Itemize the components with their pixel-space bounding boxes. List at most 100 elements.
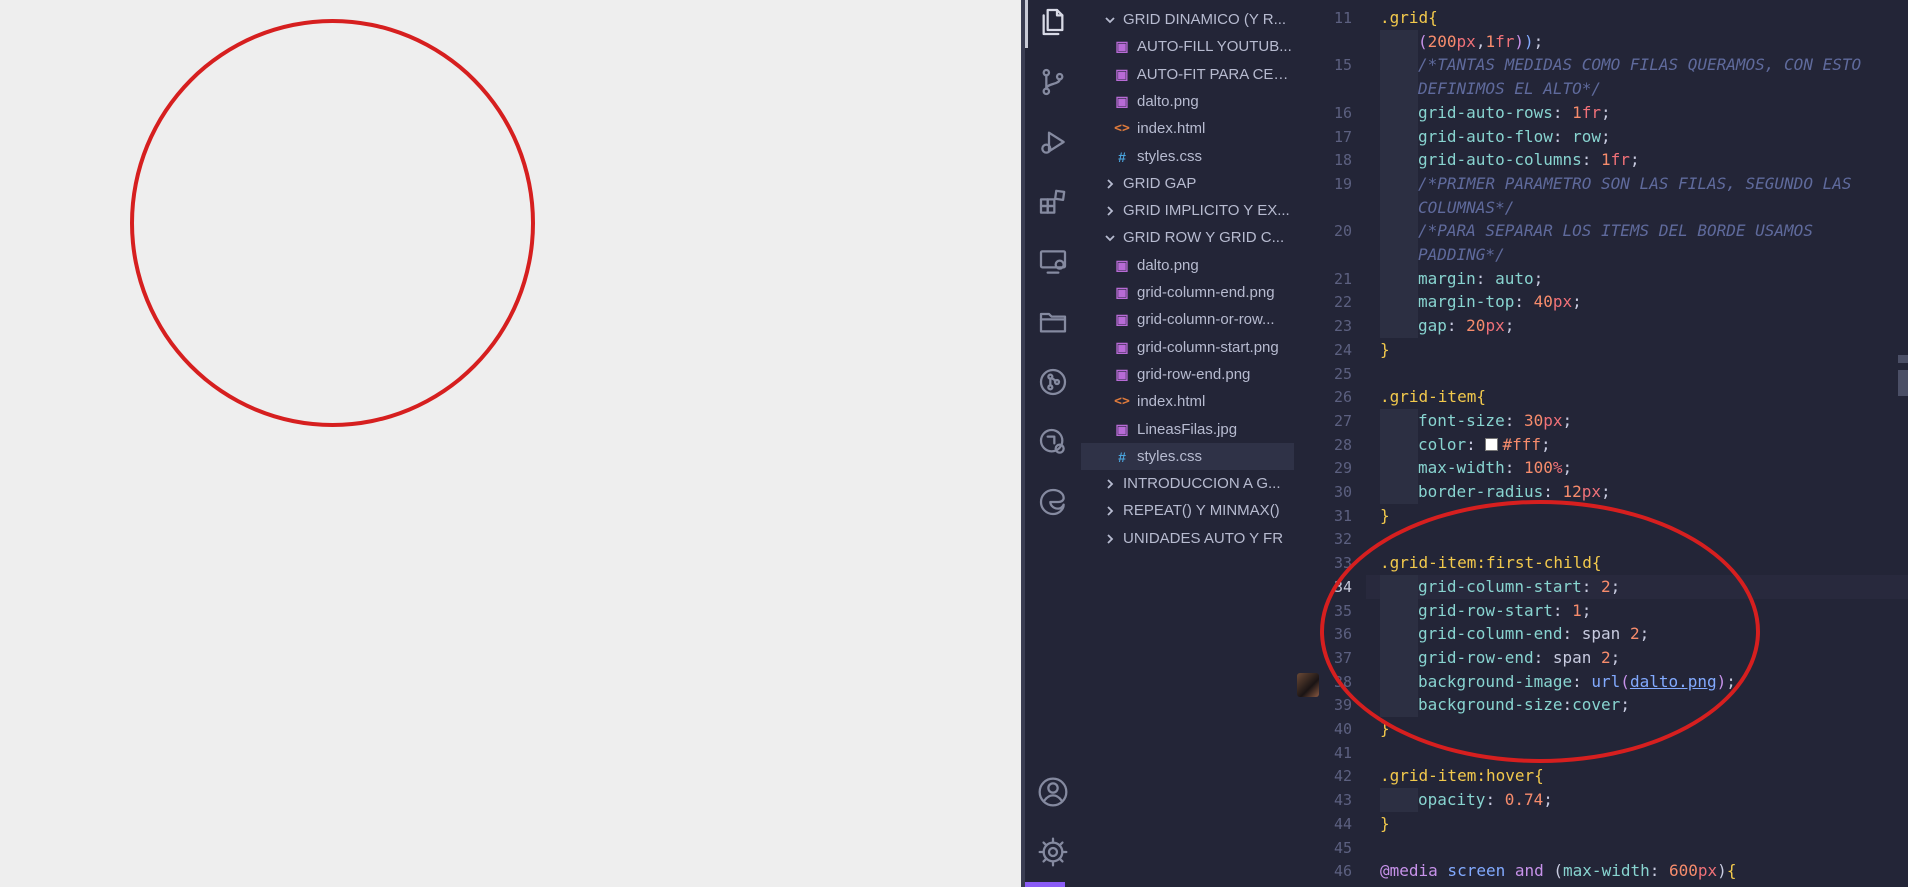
code-token: px — [1552, 292, 1573, 311]
chevron-down-icon — [1103, 13, 1117, 27]
explorer-folder[interactable]: INTRODUCCION A G... — [1081, 470, 1294, 497]
code-line[interactable]: } — [1380, 338, 1390, 362]
code-line[interactable]: grid-auto-rows: 1fr; — [1380, 101, 1611, 125]
code-token: grid-auto-flow — [1418, 127, 1553, 146]
explorer-item-label: GRID DINAMICO (Y R... — [1123, 11, 1287, 28]
code-line[interactable]: font-size: 30px; — [1380, 409, 1572, 433]
code-line[interactable]: .grid-item{ — [1380, 385, 1486, 409]
explorer-folder[interactable]: GRID DINAMICO (Y R... — [1081, 6, 1294, 33]
live-share-icon[interactable] — [1035, 424, 1071, 460]
explorer-folder[interactable]: REPEAT() Y MINMAX() — [1081, 497, 1294, 524]
explorer-file[interactable]: <> index.html — [1081, 388, 1294, 415]
explorer-folder[interactable]: GRID GAP — [1081, 170, 1294, 197]
extensions-icon[interactable] — [1035, 184, 1071, 220]
code-line[interactable]: .grid-item:first-child{ — [1380, 551, 1602, 575]
explorer-file[interactable]: # styles.css — [1081, 143, 1294, 170]
code-editor[interactable]: 11 15 16 17 18 19 20 21 22 23 24 25 26 27 28 29 30 31 32 33… — [1294, 0, 1908, 887]
scrollbar-marker[interactable] — [1898, 355, 1908, 363]
code-line[interactable]: opacity: 0.74; — [1380, 788, 1553, 812]
indent-guide — [1380, 314, 1418, 338]
code-line[interactable]: color: #fff; — [1380, 433, 1551, 457]
code-token: span — [1581, 624, 1630, 643]
line-number: 30 — [1333, 483, 1352, 501]
code-token: : — [1572, 672, 1592, 691]
code-line[interactable]: gap: 20px; — [1380, 314, 1514, 338]
code-line[interactable]: grid-column-start: 2; — [1366, 575, 1908, 599]
code-line[interactable]: grid-auto-flow: row; — [1380, 125, 1611, 149]
code-line[interactable]: (200px,1fr)); — [1380, 30, 1543, 54]
code-token: ; — [1540, 435, 1551, 454]
code-token: .grid — [1380, 8, 1429, 27]
explorer-file[interactable]: ▣ dalto.png — [1081, 252, 1294, 279]
code-token: : — [1552, 601, 1573, 620]
code-line[interactable]: border-radius: 12px; — [1380, 480, 1611, 504]
code-line[interactable]: } — [1380, 504, 1390, 528]
source-control-icon[interactable] — [1035, 64, 1071, 100]
settings-gear-icon[interactable] — [1035, 834, 1071, 870]
grid-item-photo-hovered[interactable] — [531, 253, 664, 386]
code-line[interactable]: } — [1380, 717, 1390, 741]
activity-accent-bar — [1025, 882, 1065, 887]
code-line[interactable]: margin-top: 40px; — [1380, 290, 1582, 314]
explorer-file[interactable]: ▣ AUTO-FIT PARA CEN... — [1081, 61, 1294, 88]
code-line[interactable]: grid-row-start: 1; — [1380, 599, 1591, 623]
indent-guide — [1380, 693, 1418, 717]
code-line[interactable]: background-size:cover; — [1380, 693, 1630, 717]
grid-item-photo[interactable] — [884, 76, 1018, 209]
grid-item-photo[interactable] — [0, 253, 131, 386]
code-token: grid-auto-columns — [1418, 150, 1582, 169]
code-line[interactable]: .grid-item:hover{ — [1380, 764, 1544, 788]
indent-guide — [1380, 409, 1418, 433]
explorer-file[interactable]: <> index.html — [1081, 115, 1294, 142]
code-token: /*PARA SEPARAR LOS ITEMS DEL BORDE USAMO… — [1418, 221, 1813, 240]
chevron-right-icon — [1103, 204, 1117, 218]
explorer-folder[interactable]: UNIDADES AUTO Y FR — [1081, 525, 1294, 552]
code-line[interactable]: .grid{ — [1380, 6, 1438, 30]
code-token: , — [1475, 32, 1486, 51]
remote-explorer-icon[interactable] — [1035, 244, 1071, 280]
explorer-folder[interactable]: GRID IMPLICITO Y EX... — [1081, 197, 1294, 224]
edge-icon[interactable] — [1035, 484, 1071, 520]
code-token: { — [1476, 387, 1486, 406]
scrollbar-marker[interactable] — [1898, 370, 1908, 396]
grid-item-photo-featured[interactable] — [175, 76, 487, 386]
files-icon[interactable] — [1035, 4, 1071, 40]
explorer-file[interactable]: ▣ grid-column-start.png — [1081, 334, 1294, 361]
explorer-item-label: INTRODUCCION A G... — [1123, 475, 1281, 492]
git-graph-icon[interactable] — [1035, 364, 1071, 400]
code-line[interactable]: /*TANTAS MEDIDAS COMO FILAS QUERAMOS, CO… — [1380, 53, 1861, 77]
explorer-file[interactable]: ▣ grid-row-end.png — [1081, 361, 1294, 388]
explorer-file[interactable]: ▣ LineasFilas.jpg — [1081, 416, 1294, 443]
code-line[interactable]: /*PARA SEPARAR LOS ITEMS DEL BORDE USAMO… — [1380, 219, 1813, 243]
folder-icon[interactable] — [1035, 304, 1071, 340]
explorer-file[interactable]: ▣ grid-column-or-row... — [1081, 306, 1294, 333]
code-line[interactable]: /*PRIMER PARAMETRO SON LAS FILAS, SEGUND… — [1380, 172, 1851, 196]
code-line[interactable]: max-width: 100%; — [1380, 456, 1572, 480]
account-icon[interactable] — [1035, 774, 1071, 810]
code-line[interactable]: grid-row-end: span 2; — [1380, 646, 1620, 670]
code-lines[interactable]: .grid{(200px,1fr));/*TANTAS MEDIDAS COMO… — [1366, 0, 1908, 887]
code-line[interactable]: PADDING*/ — [1380, 243, 1505, 267]
grid-item-photo[interactable] — [708, 76, 841, 209]
code-token: { — [1534, 766, 1544, 785]
explorer-file[interactable]: ▣ AUTO-FILL YOUTUB... — [1081, 33, 1294, 60]
color-swatch-icon[interactable] — [1485, 438, 1499, 451]
explorer-file[interactable]: # styles.css — [1081, 443, 1294, 470]
code-line[interactable]: @media screen and (max-width: 600px){ — [1380, 859, 1736, 883]
explorer-file[interactable]: ▣ grid-column-end.png — [1081, 279, 1294, 306]
code-token: 1 — [1572, 103, 1582, 122]
code-line[interactable]: DEFINIMOS EL ALTO*/ — [1380, 77, 1601, 101]
run-debug-icon[interactable] — [1035, 124, 1071, 160]
explorer-file[interactable]: ▣ dalto.png — [1081, 88, 1294, 115]
code-line[interactable]: } — [1380, 812, 1390, 836]
code-line[interactable]: COLUMNAS*/ — [1380, 196, 1514, 220]
code-line[interactable]: grid-auto-columns: 1fr; — [1380, 148, 1640, 172]
code-token: : — [1446, 316, 1467, 335]
grid-item-photo[interactable] — [531, 76, 664, 209]
grid-item-photo[interactable] — [708, 253, 841, 386]
explorer-folder[interactable]: GRID ROW Y GRID C... — [1081, 224, 1294, 251]
grid-item-photo[interactable] — [0, 76, 131, 209]
code-line[interactable]: background-image: url(dalto.png); — [1380, 670, 1736, 694]
code-line[interactable]: grid-column-end: span 2; — [1380, 622, 1649, 646]
code-line[interactable]: margin: auto; — [1380, 267, 1543, 291]
